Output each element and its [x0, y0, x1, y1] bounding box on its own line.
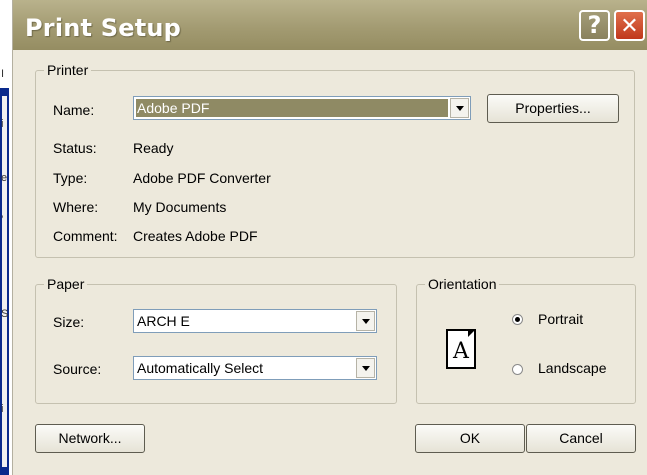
- paper-group: Paper: [35, 276, 397, 404]
- printer-group-label: Printer: [44, 62, 92, 78]
- background-text: ’: [1, 214, 4, 226]
- background-text: i: [1, 118, 4, 130]
- help-button[interactable]: ?: [579, 10, 610, 41]
- page-glyph: A: [453, 339, 469, 364]
- paper-source-value: Automatically Select: [137, 360, 264, 376]
- background-text: I: [1, 68, 5, 80]
- background-text: e: [1, 172, 8, 184]
- chevron-down-icon[interactable]: [450, 98, 469, 118]
- landscape-label[interactable]: Landscape: [538, 360, 607, 376]
- chevron-down-icon[interactable]: [356, 358, 375, 378]
- paper-source-label: Source:: [53, 361, 102, 377]
- paper-size-select[interactable]: ARCH E: [133, 309, 377, 333]
- comment-value: Creates Adobe PDF: [133, 228, 258, 244]
- paper-source-select[interactable]: Automatically Select: [133, 356, 377, 380]
- where-value: My Documents: [133, 199, 227, 215]
- background-window-edge: I i e ’ S i: [0, 0, 12, 475]
- background-window-frame: [0, 88, 9, 475]
- chevron-down-icon[interactable]: [356, 311, 375, 331]
- background-text: i: [1, 403, 4, 415]
- paper-group-label: Paper: [44, 276, 88, 292]
- print-setup-dialog: Print Setup ? ✕ Printer Name: Adobe PDF …: [12, 0, 647, 475]
- orientation-group-label: Orientation: [425, 276, 500, 292]
- portrait-label[interactable]: Portrait: [538, 311, 583, 327]
- portrait-page-icon: A: [446, 329, 476, 369]
- background-text: S: [1, 308, 9, 320]
- close-icon: ✕: [620, 14, 639, 39]
- status-value: Ready: [133, 140, 174, 156]
- type-value: Adobe PDF Converter: [133, 170, 271, 186]
- portrait-radio[interactable]: [512, 314, 523, 325]
- help-icon: ?: [587, 11, 602, 39]
- where-label: Where:: [53, 199, 99, 215]
- cancel-button[interactable]: Cancel: [526, 424, 636, 453]
- network-button[interactable]: Network...: [35, 424, 145, 453]
- title-bar[interactable]: Print Setup ? ✕: [13, 0, 647, 50]
- printer-name-value: Adobe PDF: [137, 100, 210, 116]
- landscape-radio[interactable]: [512, 364, 523, 375]
- ok-button[interactable]: OK: [415, 424, 525, 453]
- type-label: Type:: [53, 170, 88, 186]
- dialog-title: Print Setup: [25, 14, 182, 42]
- printer-name-label: Name:: [53, 102, 95, 118]
- paper-size-label: Size:: [53, 314, 85, 330]
- printer-name-select[interactable]: Adobe PDF: [133, 96, 471, 120]
- close-button[interactable]: ✕: [614, 10, 645, 41]
- comment-label: Comment:: [53, 228, 118, 244]
- properties-button[interactable]: Properties...: [487, 94, 619, 123]
- status-label: Status:: [53, 140, 97, 156]
- paper-size-value: ARCH E: [137, 313, 190, 329]
